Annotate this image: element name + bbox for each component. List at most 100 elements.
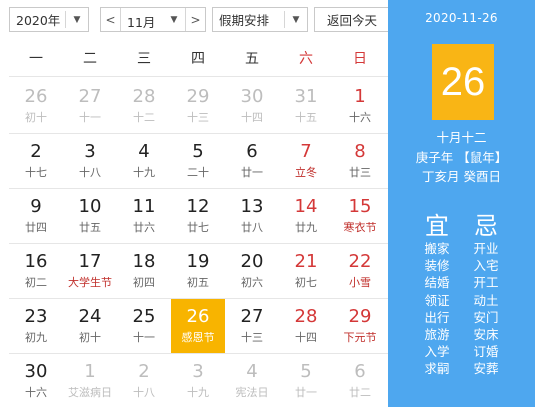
- lunar-label: 大学生节: [68, 276, 112, 289]
- calendar-day-cell[interactable]: 14 廿九: [279, 188, 333, 243]
- calendar-day-cell[interactable]: 29 下元节: [333, 298, 387, 353]
- day-number: 28: [132, 86, 156, 107]
- day-number: 24: [78, 306, 102, 327]
- calendar-day-cell[interactable]: 30 十四: [225, 78, 279, 133]
- day-number: 27: [240, 306, 264, 327]
- lunar-label: 十三: [187, 111, 209, 124]
- day-number: 23: [24, 306, 48, 327]
- row-divider: [9, 298, 388, 299]
- calendar-day-cell[interactable]: 15 寒衣节: [333, 188, 387, 243]
- calendar-day-cell[interactable]: 28 十二: [117, 78, 171, 133]
- caret-down-icon[interactable]: ▼: [167, 8, 181, 31]
- calendar-day-cell[interactable]: 11 廿六: [117, 188, 171, 243]
- day-number: 26: [24, 86, 48, 107]
- day-number: 15: [348, 196, 372, 217]
- calendar-day-cell[interactable]: 25 十一: [117, 298, 171, 353]
- calendar-day-cell[interactable]: 13 廿八: [225, 188, 279, 243]
- day-detail-panel: 2020-11-26 26 十月十二 庚子年 【鼠年】 丁亥月 癸酉日 宜 忌 …: [388, 0, 535, 407]
- lunar-label: 二十: [187, 166, 209, 179]
- day-number: 5: [192, 141, 204, 162]
- day-number: 1: [84, 361, 96, 382]
- calendar-day-cell[interactable]: 24 初十: [63, 298, 117, 353]
- weekday-thu: 四: [191, 51, 205, 67]
- calendar-day-cell[interactable]: 18 初四: [117, 243, 171, 298]
- calendar-day-cell[interactable]: 27 十一: [63, 78, 117, 133]
- yi-item: 旅游: [424, 326, 450, 342]
- calendar-day-cell[interactable]: 2 十八: [117, 353, 171, 407]
- calendar-day-cell[interactable]: 16 初二: [9, 243, 63, 298]
- lunar-label: 初七: [295, 276, 317, 289]
- holiday-select[interactable]: 假期安排 ▼: [212, 7, 308, 32]
- yi-item: 求嗣: [424, 361, 450, 377]
- lunar-label: 立冬: [295, 166, 317, 179]
- calendar-day-cell[interactable]: 29 十三: [171, 78, 225, 133]
- day-number: 29: [348, 306, 372, 327]
- yi-item: 装修: [424, 258, 450, 274]
- calendar-day-cell[interactable]: 1 艾滋病日: [63, 353, 117, 407]
- row-divider: [9, 353, 388, 354]
- back-to-today-button[interactable]: 返回今天: [314, 7, 394, 32]
- calendar-day-cell[interactable]: 26 初十: [9, 78, 63, 133]
- calendar-day-cell[interactable]: 20 初六: [225, 243, 279, 298]
- lunar-label: 宪法日: [235, 386, 269, 399]
- weekday-tue: 二: [83, 51, 97, 67]
- yi-item: 出行: [424, 309, 450, 325]
- calendar-day-cell[interactable]: 19 初五: [171, 243, 225, 298]
- row-divider: [9, 188, 388, 189]
- day-number: 22: [348, 251, 372, 272]
- calendar-day-cell[interactable]: 6 廿二: [333, 353, 387, 407]
- yi-item: 搬家: [424, 241, 450, 256]
- lunar-label: 十四: [295, 331, 317, 344]
- lunar-label: 小雪: [349, 276, 371, 289]
- calendar-day-cell[interactable]: 9 廿四: [9, 188, 63, 243]
- calendar-toolbar: 2020年 ▼ < 11月 ▼ > 假期安排 ▼ 返回今天: [0, 0, 394, 38]
- weekday-sat: 六: [299, 51, 313, 67]
- ji-item: 安床: [473, 326, 499, 342]
- calendar-day-cell[interactable]: 21 初七: [279, 243, 333, 298]
- lunar-label: 十一: [133, 331, 155, 344]
- calendar-day-cell[interactable]: 30 十六: [9, 353, 63, 407]
- chevron-right-icon[interactable]: >: [185, 8, 205, 31]
- calendar-day-cell[interactable]: 4 宪法日: [225, 353, 279, 407]
- lunar-label: 十三: [241, 331, 263, 344]
- year-select[interactable]: 2020年 ▼: [9, 7, 89, 32]
- calendar-day-cell[interactable]: 10 廿五: [63, 188, 117, 243]
- lunar-label: 廿二: [349, 386, 371, 399]
- calendar-day-cell[interactable]: 17 大学生节: [63, 243, 117, 298]
- calendar-day-cell-selected[interactable]: 26 感恩节: [171, 298, 225, 353]
- day-number: 16: [24, 251, 48, 272]
- calendar-day-cell[interactable]: 6 廿一: [225, 133, 279, 188]
- lunar-label: 感恩节: [181, 331, 215, 344]
- calendar-day-cell[interactable]: 7 立冬: [279, 133, 333, 188]
- lunar-label: 十五: [295, 111, 317, 124]
- calendar-day-cell[interactable]: 1 十六: [333, 78, 387, 133]
- calendar-day-cell[interactable]: 4 十九: [117, 133, 171, 188]
- calendar-day-cell[interactable]: 5 廿一: [279, 353, 333, 407]
- calendar-day-cell[interactable]: 27 十三: [225, 298, 279, 353]
- calendar-day-cell[interactable]: 31 十五: [279, 78, 333, 133]
- day-number: 5: [300, 361, 312, 382]
- calendar-day-cell[interactable]: 3 十八: [63, 133, 117, 188]
- chevron-left-icon[interactable]: <: [101, 8, 121, 31]
- calendar-day-cell[interactable]: 12 廿七: [171, 188, 225, 243]
- lunar-label: 初四: [133, 276, 155, 289]
- calendar-day-cell[interactable]: 3 十九: [171, 353, 225, 407]
- lunar-label: 十六: [349, 111, 371, 124]
- ji-item: 入宅: [473, 258, 499, 274]
- day-number: 3: [84, 141, 96, 162]
- calendar-day-cell[interactable]: 5 二十: [171, 133, 225, 188]
- calendar-day-cell[interactable]: 2 十七: [9, 133, 63, 188]
- calendar-day-cell[interactable]: 28 十四: [279, 298, 333, 353]
- day-number: 13: [240, 196, 264, 217]
- ji-item: 开业: [473, 241, 499, 256]
- month-select[interactable]: < 11月 ▼ >: [100, 7, 206, 32]
- lunar-label: 艾滋病日: [68, 386, 112, 399]
- day-number: 6: [246, 141, 258, 162]
- calendar-day-cell[interactable]: 8 廿三: [333, 133, 387, 188]
- calendar-day-cell[interactable]: 22 小雪: [333, 243, 387, 298]
- lunar-label: 十二: [133, 111, 155, 124]
- day-number: 4: [246, 361, 258, 382]
- calendar-day-cell[interactable]: 23 初九: [9, 298, 63, 353]
- day-number: 27: [78, 86, 102, 107]
- lunar-label: 初九: [25, 331, 47, 344]
